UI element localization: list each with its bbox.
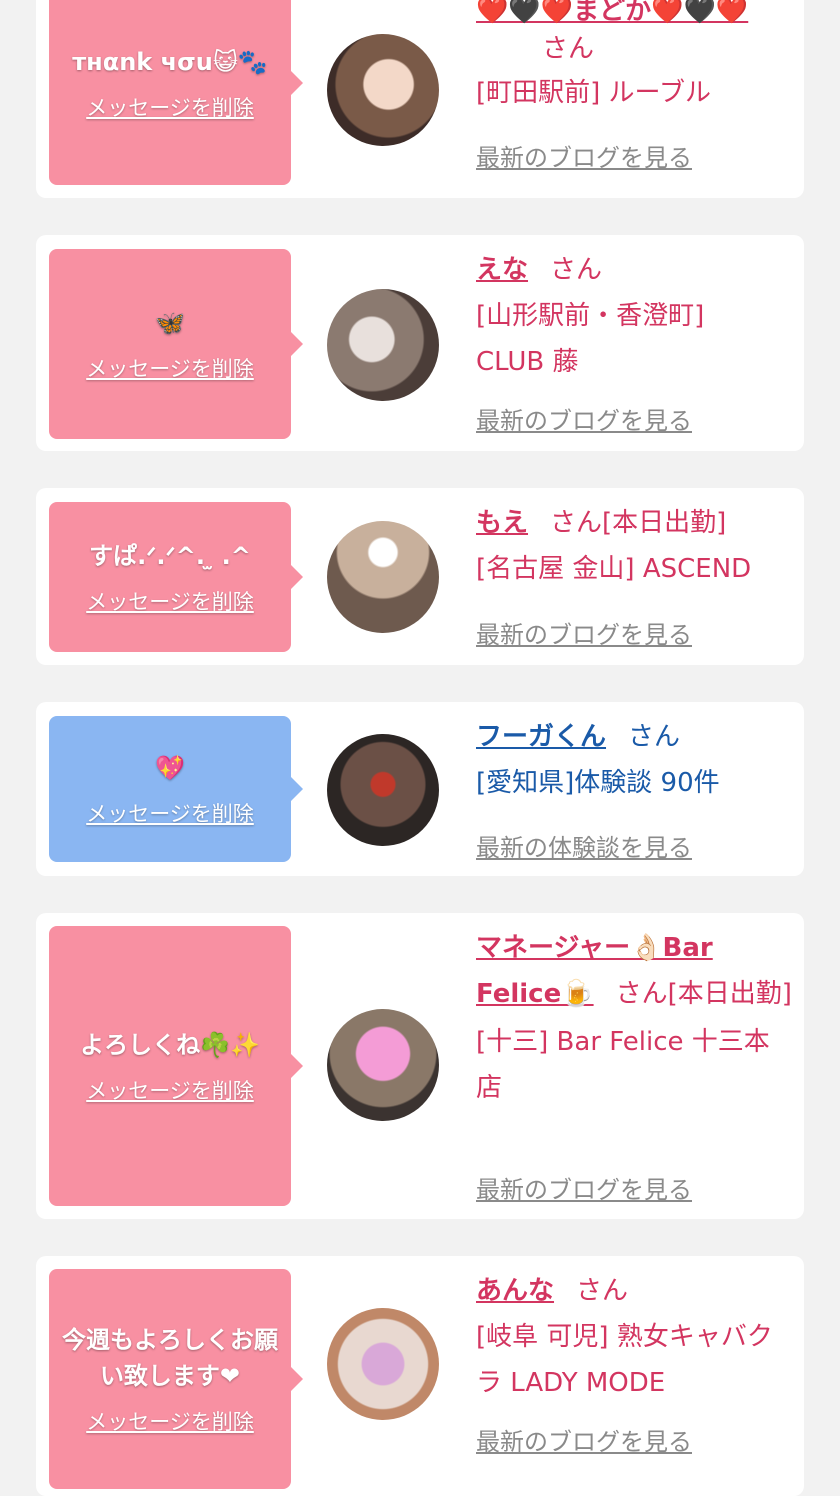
profile-info: マネージャー👌🏻Bar Felice🍺 さん[本日出勤] [十三] Bar Fel… bbox=[476, 925, 794, 1215]
honorific: さん bbox=[550, 255, 603, 285]
profile-name-link[interactable]: もえ bbox=[476, 508, 528, 538]
delete-message-link[interactable]: メッセージを削除 bbox=[86, 353, 254, 383]
profile-info: えな さん [山形駅前・香澄町] CLUB 藤 最新のブログを見る bbox=[476, 247, 794, 443]
avatar[interactable] bbox=[327, 34, 439, 146]
latest-blog-link[interactable]: 最新のブログを見る bbox=[476, 1422, 692, 1457]
avatar[interactable] bbox=[327, 521, 439, 633]
honorific: さん bbox=[615, 979, 668, 1009]
honorific: さん bbox=[542, 34, 595, 64]
message-bubble: 今週もよろしくお願い致します❤︎ メッセージを削除 bbox=[49, 1269, 303, 1489]
message-text: すぱ.ᐟ.ᐟ^. ̫ .^ bbox=[89, 542, 251, 570]
honorific: さん bbox=[576, 1276, 629, 1306]
message-card: 💖 メッセージを削除 フーガくん さん [愛知県]体験談 90件 最新の体験談を見… bbox=[36, 702, 804, 876]
message-text: 💖 bbox=[155, 754, 185, 782]
latest-experience-link[interactable]: 最新の体験談を見る bbox=[476, 828, 692, 863]
shop-label: [名古屋 金山] ASCEND bbox=[476, 554, 752, 584]
profile-name-link[interactable]: フーガくん bbox=[476, 722, 606, 752]
delete-message-link[interactable]: メッセージを削除 bbox=[86, 586, 254, 616]
profile-name-link[interactable]: ❤️🖤❤️まどか❤️🖤❤️ bbox=[476, 0, 748, 26]
shop-label: [岐阜 可児] 熟女キャバクラ LADY MODE bbox=[476, 1322, 773, 1398]
message-bubble: 💖 メッセージを削除 bbox=[49, 716, 303, 862]
profile-name-link[interactable]: えな bbox=[476, 255, 528, 285]
message-text: 🦋 bbox=[155, 309, 185, 337]
latest-blog-link[interactable]: 最新のブログを見る bbox=[476, 615, 692, 650]
profile-name-link[interactable]: あんな bbox=[476, 1276, 554, 1306]
message-text: тнαnk чσu😺🐾 bbox=[72, 47, 268, 76]
message-text: よろしくね☘️✨ bbox=[80, 1031, 260, 1059]
profile-info: ❤️🖤❤️まどか❤️🖤❤️ さん [町田駅前] ルーブル 最新のブログを見る bbox=[476, 0, 794, 190]
avatar[interactable] bbox=[327, 734, 439, 846]
delete-message-link[interactable]: メッセージを削除 bbox=[86, 798, 254, 828]
avatar[interactable] bbox=[327, 1308, 439, 1420]
profile-info: もえ さん[本日出勤] [名古屋 金山] ASCEND 最新のブログを見る bbox=[476, 500, 794, 660]
message-bubble: 🦋 メッセージを削除 bbox=[49, 249, 303, 439]
status-badge: [本日出勤] bbox=[667, 979, 792, 1009]
message-bubble: тнαnk чσu😺🐾 メッセージを削除 bbox=[49, 0, 303, 185]
honorific: さん bbox=[628, 722, 681, 752]
profile-info: あんな さん [岐阜 可児] 熟女キャバクラ LADY MODE 最新のブログを見… bbox=[476, 1268, 794, 1468]
status-badge: [本日出勤] bbox=[602, 508, 727, 538]
message-card: 今週もよろしくお願い致します❤︎ メッセージを削除 あんな さん [岐阜 可児] … bbox=[36, 1256, 804, 1496]
message-text: 今週もよろしくお願い致します❤︎ bbox=[62, 1326, 278, 1390]
message-bubble: よろしくね☘️✨ メッセージを削除 bbox=[49, 926, 303, 1206]
avatar[interactable] bbox=[327, 1009, 439, 1121]
delete-message-link[interactable]: メッセージを削除 bbox=[86, 1406, 254, 1436]
shop-label: [愛知県]体験談 90件 bbox=[476, 768, 720, 798]
message-bubble: すぱ.ᐟ.ᐟ^. ̫ .^ メッセージを削除 bbox=[49, 502, 303, 652]
profile-info: フーガくん さん [愛知県]体験談 90件 最新の体験談を見る bbox=[476, 714, 794, 874]
message-card: よろしくね☘️✨ メッセージを削除 マネージャー👌🏻Bar Felice🍺 さん[… bbox=[36, 913, 804, 1219]
delete-message-link[interactable]: メッセージを削除 bbox=[86, 92, 254, 122]
shop-label: [十三] Bar Felice 十三本店 bbox=[476, 1027, 770, 1103]
message-card: тнαnk чσu😺🐾 メッセージを削除 ❤️🖤❤️まどか❤️🖤❤️ さん [町… bbox=[36, 0, 804, 198]
message-card: 🦋 メッセージを削除 えな さん [山形駅前・香澄町] CLUB 藤 最新のブログ… bbox=[36, 235, 804, 451]
shop-label: [山形駅前・香澄町] CLUB 藤 bbox=[476, 301, 705, 377]
delete-message-link[interactable]: メッセージを削除 bbox=[86, 1075, 254, 1105]
shop-label: [町田駅前] ルーブル bbox=[476, 78, 711, 108]
latest-blog-link[interactable]: 最新のブログを見る bbox=[476, 1170, 692, 1205]
honorific: さん bbox=[550, 508, 603, 538]
avatar[interactable] bbox=[327, 289, 439, 401]
message-card: すぱ.ᐟ.ᐟ^. ̫ .^ メッセージを削除 もえ さん[本日出勤] [名古屋 金… bbox=[36, 488, 804, 665]
latest-blog-link[interactable]: 最新のブログを見る bbox=[476, 138, 692, 173]
latest-blog-link[interactable]: 最新のブログを見る bbox=[476, 401, 692, 436]
